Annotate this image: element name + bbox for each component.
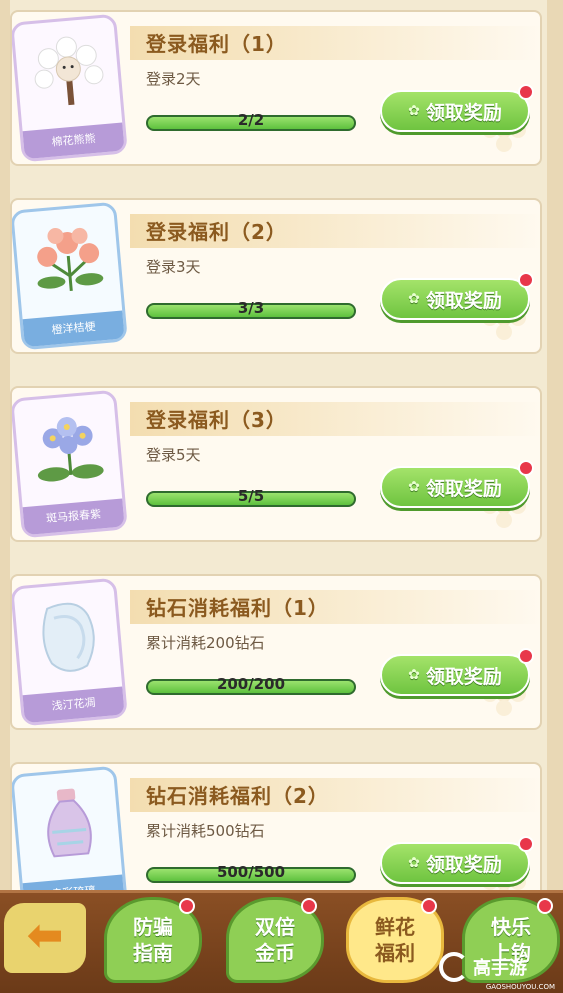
card-description: 登录5天 [146,446,201,464]
reward-name: 浅汀花凋 [22,686,125,724]
vase-icon [47,788,92,858]
reward-card: 斑马报春紫 登录福利（3） 登录5天 5/5 ✿ 领取奖励 [10,386,542,542]
reward-thumbnail: 浅汀花凋 [12,577,128,727]
notification-dot [518,272,534,288]
crystal-decor-icon [42,602,95,672]
progress-text: 3/3 [237,299,265,317]
left-frame [0,0,10,890]
card-title: 钻石消耗福利（1） [146,596,329,620]
progress-bar: 500/500 [146,863,356,883]
clover-icon: ✿ [408,667,420,683]
progress-text: 500/500 [216,863,286,881]
back-arrow-icon: ⬅ [26,909,64,961]
flower-welfare-screen: 棉花熊熊 登录福利（1） 登录2天 2/2 ✿ 领取奖励 橙洋桔梗 登录福利（2 [0,0,563,993]
card-title: 钻石消耗福利（2） [146,784,329,808]
reward-name: 棉花熊熊 [22,122,125,160]
bottom-navigation: ⬅ 防骗 指南 双倍 金币 鲜花 福利 快乐 上钩 高手游 GAOSHOUYOU… [0,890,563,993]
claim-button-label: 领取奖励 [425,477,502,500]
right-frame [547,0,563,890]
reward-card: 橙洋桔梗 登录福利（2） 登录3天 3/3 ✿ 领取奖励 [10,198,542,354]
clover-icon: ✿ [408,103,420,119]
reward-card: 浅汀花凋 钻石消耗福利（1） 累计消耗200钻石 200/200 ✿ 领取奖励 [10,574,542,730]
progress-text: 5/5 [237,487,265,505]
card-description: 累计消耗500钻石 [146,822,265,840]
progress-bar: 5/5 [146,487,356,507]
watermark: 高手游 GAOSHOUYOU.COM [439,949,557,991]
tab-label-line2: 福利 [375,941,415,965]
card-title: 登录福利（2） [146,220,287,244]
back-button[interactable]: ⬅ [4,903,86,973]
tab-flower-welfare[interactable]: 鲜花 福利 [346,897,444,983]
tab-label-line1: 快乐 [491,915,531,939]
claim-button-label: 领取奖励 [425,853,502,876]
clover-icon: ✿ [408,479,420,495]
card-title: 登录福利（3） [146,408,287,432]
progress-text: 2/2 [237,111,265,129]
notification-dot [518,836,534,852]
notification-dot [179,898,195,914]
primrose-icon [37,417,104,482]
reward-thumbnail: 斑马报春紫 [12,389,128,539]
tab-label-line2: 金币 [255,941,295,965]
claim-reward-button[interactable]: ✿ 领取奖励 [380,272,534,320]
progress-bar: 2/2 [146,111,356,131]
claim-button-label: 领取奖励 [425,101,502,124]
claim-reward-button[interactable]: ✿ 领取奖励 [380,460,534,508]
g-logo-icon [439,952,469,982]
notification-dot [518,648,534,664]
tab-label-line2: 指南 [133,941,173,965]
card-description: 登录3天 [146,258,201,276]
tab-label-line1: 双倍 [255,915,295,939]
tab-double-coins[interactable]: 双倍 金币 [226,897,324,983]
tab-label-line1: 防骗 [133,915,173,939]
watermark-text: 高手游 [473,958,527,979]
notification-dot [421,898,437,914]
progress-text: 200/200 [216,675,286,693]
card-description: 登录2天 [146,70,201,88]
notification-dot [301,898,317,914]
watermark-subtext: GAOSHOUYOU.COM [485,983,555,991]
card-description: 累计消耗200钻石 [146,634,265,652]
clover-icon: ✿ [408,291,420,307]
progress-bar: 3/3 [146,299,356,319]
clover-icon: ✿ [408,855,420,871]
tab-anti-fraud-guide[interactable]: 防骗 指南 [104,897,202,983]
notification-dot [518,460,534,476]
claim-button-label: 领取奖励 [425,289,502,312]
cotton-bear-icon [34,36,104,106]
claim-reward-button[interactable]: ✿ 领取奖励 [380,84,534,132]
card-title: 登录福利（1） [146,32,287,56]
reward-name: 斑马报春紫 [22,498,125,536]
tab-label-line1: 鲜花 [375,915,415,939]
claim-button-label: 领取奖励 [425,665,502,688]
claim-reward-button[interactable]: ✿ 领取奖励 [380,836,534,884]
notification-dot [518,84,534,100]
reward-card: 棉花熊熊 登录福利（1） 登录2天 2/2 ✿ 领取奖励 [10,10,542,166]
claim-reward-button[interactable]: ✿ 领取奖励 [380,648,534,696]
notification-dot [537,898,553,914]
orange-lisianthus-icon [37,227,104,291]
reward-thumbnail: 棉花熊熊 [12,13,128,163]
progress-bar: 200/200 [146,675,356,695]
reward-thumbnail: 橙洋桔梗 [12,201,128,351]
reward-name: 橙洋桔梗 [22,310,125,348]
